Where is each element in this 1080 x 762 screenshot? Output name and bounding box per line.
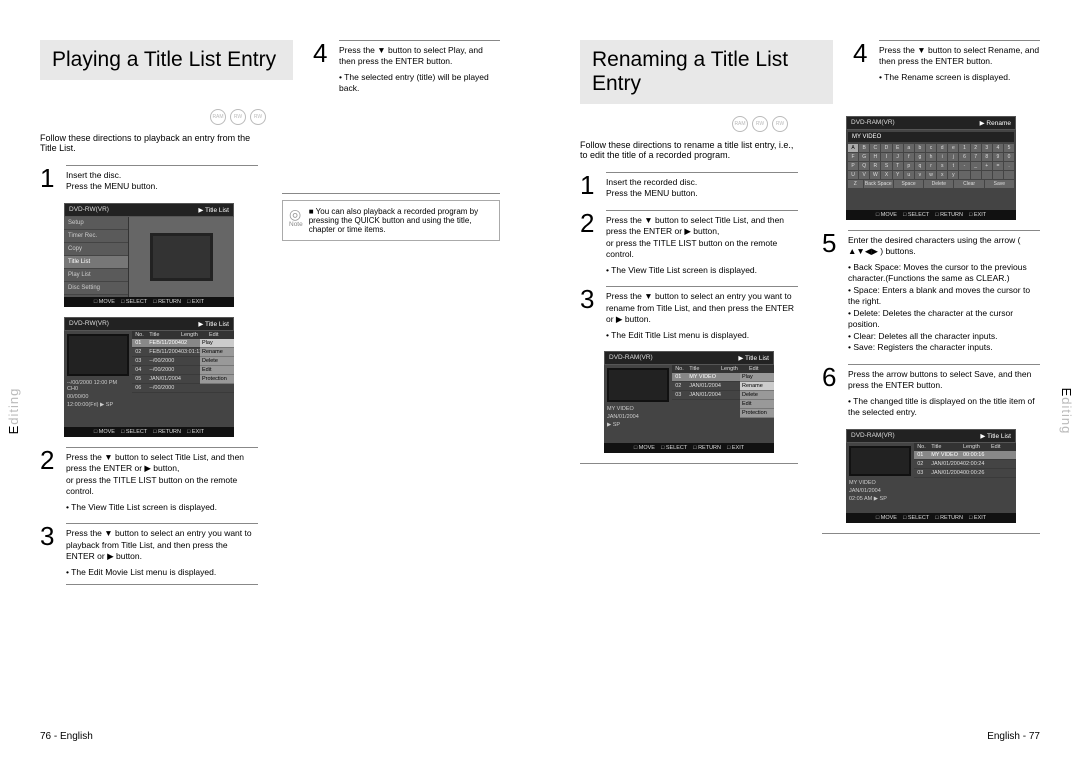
step-number: 4 (313, 40, 331, 95)
step-number: 1 (40, 165, 58, 193)
column-left: RAM RW RW Follow these directions to ren… (580, 112, 798, 534)
disc-icon: RW (230, 109, 246, 125)
page-footer: English - 77 (987, 731, 1040, 742)
note-text: ■ You can also playback a recorded progr… (309, 207, 493, 234)
step-text: Press the ▼ button to select Play, and t… (339, 45, 500, 68)
osd-final: DVD-RAM(VR) ▶ Title List MY VIDEO JAN/01… (846, 429, 1016, 523)
intro-text: Follow these directions to playback an e… (40, 133, 258, 153)
osd-hdr-l: DVD-RW(VR) (69, 206, 109, 214)
osd-edit: DVD-RAM(VR) ▶ Title List MY VIDEO JAN/01… (604, 351, 774, 453)
side-tab: Editing (6, 388, 21, 435)
osd-menu: DVD-RW(VR) ▶ Title List Setup Timer Rec.… (64, 203, 234, 307)
disc-icon: RW (250, 109, 266, 125)
page-footer: 76 - English (40, 731, 93, 742)
step-4: 4 Press the ▼ button to select Play, and… (313, 40, 500, 95)
column-right: ◎ Note ■ You can also playback a recorde… (282, 133, 500, 595)
step-3: 3 Press the ▼ button to select an entry … (40, 523, 258, 585)
step-text: Insert the disc. (66, 170, 258, 181)
page-title-band: Playing a Title List Entry (40, 40, 293, 80)
note-box: ◎ Note ■ You can also playback a recorde… (282, 200, 500, 241)
disc-icon: RAM (210, 109, 226, 125)
page-title-band: Renaming a Title List Entry (580, 40, 833, 104)
osd-hdr-r: ▶ Title List (198, 206, 229, 214)
disc-icons: RAM RW RW (40, 109, 500, 125)
osd-title-list: DVD-RW(VR) ▶ Title List --/00/2000 12:00… (64, 317, 234, 437)
column-left: Follow these directions to playback an e… (40, 133, 258, 595)
side-tab: Editing (1059, 388, 1074, 435)
osd-rename-kb: DVD-RAM(VR) ▶ Rename MY VIDEO ABCDEabcde… (846, 116, 1016, 220)
note-icon: ◎ (289, 207, 303, 221)
step-result: • The selected entry (title) will be pla… (339, 72, 500, 95)
step-text: Press the MENU button. (66, 181, 258, 192)
page-title: Renaming a Title List Entry (592, 48, 821, 96)
osd-menu-list: Setup Timer Rec. Copy Title List Play Li… (64, 217, 129, 297)
page-title: Playing a Title List Entry (52, 48, 281, 72)
page-76: Playing a Title List Entry 4 Press the ▼… (0, 0, 540, 762)
step-2: 2 Press the ▼ button to select Title Lis… (40, 447, 258, 513)
column-right: DVD-RAM(VR) ▶ Rename MY VIDEO ABCDEabcde… (822, 112, 1040, 534)
step-4: 4 Press the ▼ button to select Rename, a… (853, 40, 1040, 83)
page-77: Renaming a Title List Entry 4 Press the … (540, 0, 1080, 762)
step-1: 1 Insert the disc. Press the MENU button… (40, 165, 258, 193)
